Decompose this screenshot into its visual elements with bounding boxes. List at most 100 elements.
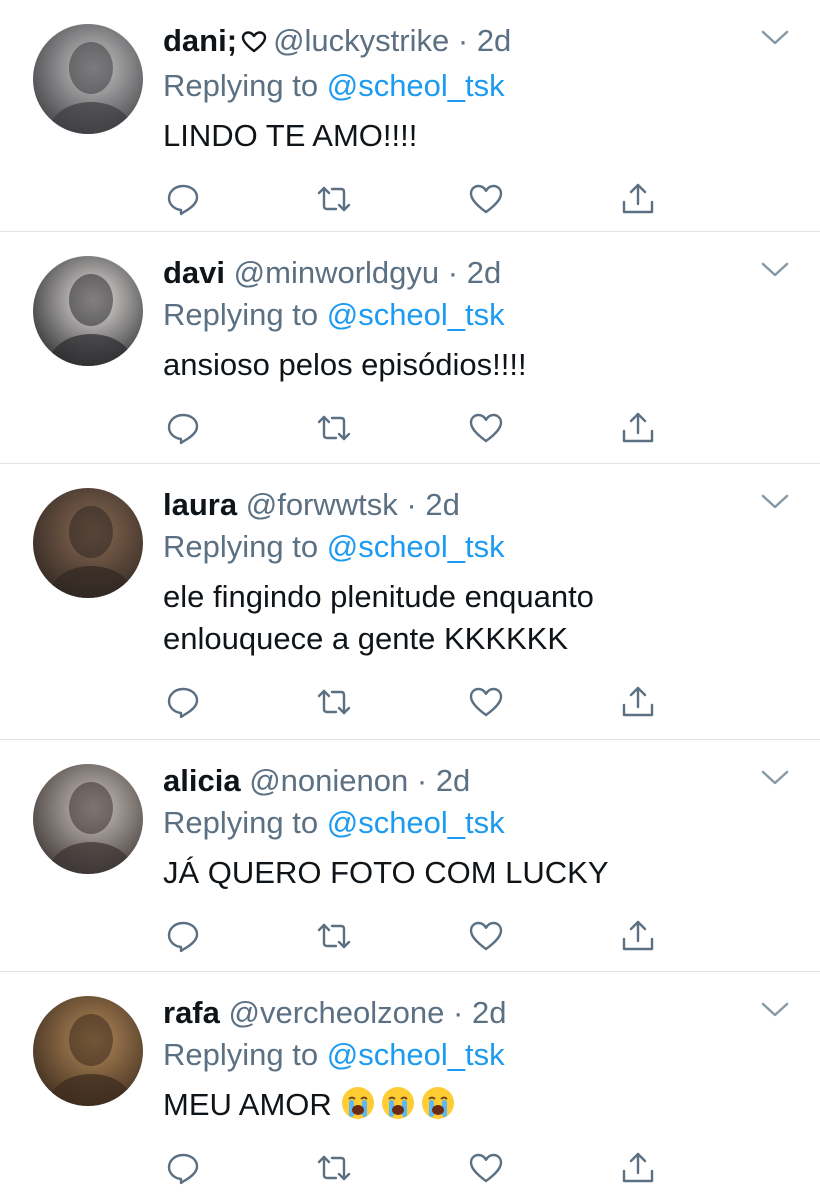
tweet-text-span: ansioso pelos episódios!!!! <box>163 347 527 382</box>
replying-to-line: Replying to @scheol_tsk <box>163 1034 750 1076</box>
user-handle[interactable]: @luckystrike <box>273 23 449 58</box>
separator-dot: · <box>457 23 469 58</box>
like-icon[interactable] <box>466 682 506 722</box>
tweet-text-line: enlouquece a gente KKKKKK <box>163 618 750 660</box>
replying-to-label: Replying to <box>163 68 319 103</box>
tweet[interactable]: rafa @vercheolzone · 2d Replying to @sche… <box>0 972 820 1200</box>
tweet-header: laura @forwwtsk · 2d <box>163 484 750 526</box>
tweet-text-span: MEU AMOR <box>163 1087 332 1122</box>
tweet-content: davi @minworldgyu · 2d Replying to @scheo… <box>163 252 750 464</box>
share-icon[interactable] <box>618 916 658 956</box>
replying-to-label: Replying to <box>163 297 319 332</box>
tweet-content: laura @forwwtsk · 2d Replying to @scheol_… <box>163 484 750 738</box>
chevron-down-icon[interactable] <box>760 768 790 788</box>
separator-dot: · <box>406 487 417 522</box>
retweet-icon[interactable] <box>314 916 354 956</box>
user-handle[interactable]: @vercheolzone <box>229 995 445 1030</box>
tweet-text-line: ansioso pelos episódios!!!! <box>163 344 750 386</box>
replying-to-line: Replying to @scheol_tsk <box>163 526 750 568</box>
like-icon[interactable] <box>466 179 506 219</box>
share-icon[interactable] <box>618 408 658 448</box>
chevron-down-icon[interactable] <box>760 492 790 512</box>
loudly-crying-face-emoji <box>420 1085 456 1121</box>
tweet-text-line: MEU AMOR <box>163 1084 750 1126</box>
timestamp[interactable]: 2d <box>472 995 506 1030</box>
replying-to-line: Replying to @scheol_tsk <box>163 802 750 844</box>
like-icon[interactable] <box>466 916 506 956</box>
reply-icon[interactable] <box>163 408 203 448</box>
tweet-content: rafa @vercheolzone · 2d Replying to @sche… <box>163 992 750 1204</box>
reply-icon[interactable] <box>163 916 203 956</box>
share-icon[interactable] <box>618 682 658 722</box>
display-name[interactable]: dani; <box>163 23 237 58</box>
timestamp[interactable]: 2d <box>467 255 501 290</box>
reply-feed: dani; @luckystrike · 2d Replying to @scheo… <box>0 0 820 1200</box>
reply-icon[interactable] <box>163 179 203 219</box>
tweet-text-span: LINDO TE AMO!!!! <box>163 118 418 153</box>
tweet-header: davi @minworldgyu · 2d <box>163 252 750 294</box>
avatar[interactable] <box>33 24 143 134</box>
tweet-content: alicia @nonienon · 2d Replying to @scheol… <box>163 760 750 972</box>
mention-link[interactable]: @scheol_tsk <box>327 805 505 840</box>
separator-dot: · <box>453 995 464 1030</box>
tweet-text: LINDO TE AMO!!!! <box>163 115 750 157</box>
heart-outline-icon <box>241 23 267 65</box>
display-name[interactable]: alicia <box>163 763 241 798</box>
loudly-crying-face-emoji <box>340 1085 376 1121</box>
like-icon[interactable] <box>466 1148 506 1188</box>
tweet-content: dani; @luckystrike · 2d Replying to @scheo… <box>163 20 750 235</box>
timestamp[interactable]: 2d <box>425 487 459 522</box>
retweet-icon[interactable] <box>314 179 354 219</box>
avatar[interactable] <box>33 256 143 366</box>
mention-link[interactable]: @scheol_tsk <box>327 297 505 332</box>
retweet-icon[interactable] <box>314 408 354 448</box>
tweet[interactable]: laura @forwwtsk · 2d Replying to @scheol_… <box>0 464 820 740</box>
tweet[interactable]: davi @minworldgyu · 2d Replying to @scheo… <box>0 232 820 464</box>
retweet-icon[interactable] <box>314 682 354 722</box>
chevron-down-icon[interactable] <box>760 28 790 48</box>
chevron-down-icon[interactable] <box>760 1000 790 1020</box>
display-name[interactable]: davi <box>163 255 225 290</box>
tweet-text-span: ele fingindo plenitude enquanto <box>163 579 594 614</box>
loudly-crying-face-emoji <box>380 1085 416 1121</box>
mention-link[interactable]: @scheol_tsk <box>327 68 505 103</box>
tweet[interactable]: alicia @nonienon · 2d Replying to @scheol… <box>0 740 820 972</box>
share-icon[interactable] <box>618 179 658 219</box>
timestamp[interactable]: 2d <box>477 23 511 58</box>
replying-to-label: Replying to <box>163 805 319 840</box>
action-bar <box>163 167 750 235</box>
tweet-header: alicia @nonienon · 2d <box>163 760 750 802</box>
tweet[interactable]: dani; @luckystrike · 2d Replying to @scheo… <box>0 0 820 232</box>
replying-to-line: Replying to @scheol_tsk <box>163 294 750 336</box>
chevron-down-icon[interactable] <box>760 260 790 280</box>
user-handle[interactable]: @minworldgyu <box>234 255 439 290</box>
tweet-text: ansioso pelos episódios!!!! <box>163 344 750 386</box>
tweet-text: JÁ QUERO FOTO COM LUCKY <box>163 852 750 894</box>
user-handle[interactable]: @forwwtsk <box>246 487 398 522</box>
tweet-text-span: JÁ QUERO FOTO COM LUCKY <box>163 855 609 890</box>
separator-dot: · <box>447 255 459 290</box>
separator-dot: · <box>416 763 428 798</box>
tweet-text: ele fingindo plenitude enquanto enlouquec… <box>163 576 750 660</box>
like-icon[interactable] <box>466 408 506 448</box>
retweet-icon[interactable] <box>314 1148 354 1188</box>
action-bar <box>163 396 750 464</box>
tweet-text-line: ele fingindo plenitude enquanto <box>163 576 750 618</box>
tweet-text-line: JÁ QUERO FOTO COM LUCKY <box>163 852 750 894</box>
timestamp[interactable]: 2d <box>436 763 470 798</box>
avatar[interactable] <box>33 488 143 598</box>
avatar[interactable] <box>33 996 143 1106</box>
reply-icon[interactable] <box>163 1148 203 1188</box>
reply-icon[interactable] <box>163 682 203 722</box>
mention-link[interactable]: @scheol_tsk <box>327 529 505 564</box>
action-bar <box>163 1136 750 1204</box>
replying-to-label: Replying to <box>163 1037 319 1072</box>
mention-link[interactable]: @scheol_tsk <box>327 1037 505 1072</box>
replying-to-label: Replying to <box>163 529 319 564</box>
action-bar <box>163 904 750 972</box>
display-name[interactable]: laura <box>163 487 237 522</box>
user-handle[interactable]: @nonienon <box>249 763 408 798</box>
display-name[interactable]: rafa <box>163 995 220 1030</box>
avatar[interactable] <box>33 764 143 874</box>
share-icon[interactable] <box>618 1148 658 1188</box>
